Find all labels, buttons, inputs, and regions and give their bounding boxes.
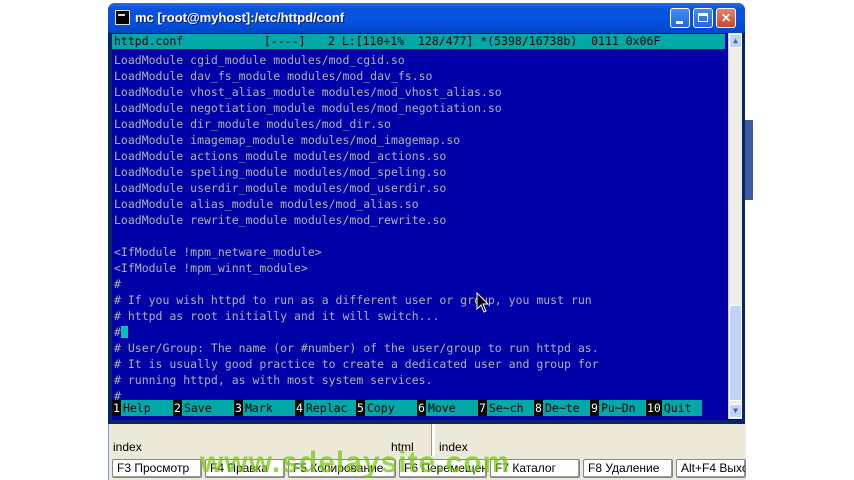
editor-function-key-bar: 1 Help 2 Save 3 Mark 4 Replac 5 Copy 6 Move 7S… [112, 400, 725, 416]
text-line: <IfModule !mpm_winnt_module> [114, 261, 308, 275]
mouse-pointer-icon [476, 292, 490, 313]
scroll-up-arrow-icon[interactable]: ▲ [729, 34, 742, 48]
fkey-number: 2 [173, 400, 182, 416]
fkey-label: Move [425, 400, 478, 416]
fkey-label: Save [181, 400, 234, 416]
fkey-label: Se~ch [486, 400, 534, 416]
left-panel-row[interactable]: index html [113, 438, 425, 455]
text-line: # User/Group: The name (or #number) of t… [114, 341, 599, 355]
fkey-number: 4 [295, 400, 304, 416]
fkey-label: Pu~Dn [598, 400, 646, 416]
f8-delete-button[interactable]: F8 Удаление [583, 459, 673, 478]
f7-search-key[interactable]: 7 Se~ch [478, 400, 534, 416]
f5-copy-button[interactable]: F5 Копирование [288, 459, 396, 478]
minimize-button[interactable] [670, 8, 690, 28]
text-line: LoadModule dir_module modules/mod_dir.so [114, 117, 391, 131]
close-button[interactable]: ✕ [716, 8, 736, 28]
f4-edit-button[interactable]: F4 Правка [205, 459, 285, 478]
fkey-label: Replac [303, 400, 356, 416]
f3-mark-key[interactable]: 3 Mark [234, 400, 295, 416]
status-filename: httpd.conf [114, 34, 184, 48]
f5-copy-key[interactable]: 5 Copy [356, 400, 417, 416]
fkey-number: 1 [112, 400, 121, 416]
text-line: LoadModule cgid_module modules/mod_cgid.… [114, 53, 405, 67]
maximize-button[interactable] [693, 8, 713, 28]
background-fkey-bar: F3 Просмотр F4 Правка F5 Копирование F6 … [109, 459, 749, 479]
vertical-scrollbar[interactable]: ▲ ▼ [728, 33, 742, 419]
fkey-label: Help [120, 400, 173, 416]
terminal-app-icon[interactable] [115, 10, 130, 25]
desktop-background [745, 0, 854, 480]
background-window-edge [745, 120, 753, 200]
background-file-manager: index html index F3 Просмотр F4 Правка F… [108, 424, 746, 480]
fkey-number: 8 [534, 400, 543, 416]
window-titlebar[interactable]: mc [root@myhost]:/etc/httpd/conf ✕ [108, 3, 745, 33]
right-panel-row[interactable]: index [435, 438, 741, 455]
scroll-down-arrow-icon[interactable]: ▼ [729, 404, 742, 418]
f7-mkdir-button[interactable]: F7 Каталог [490, 459, 580, 478]
text-line: LoadModule dav_fs_module modules/mod_dav… [114, 69, 433, 83]
status-flags: [----] [264, 34, 306, 48]
text-line: # If you wish httpd to run as a differen… [114, 293, 592, 307]
left-panel-extension: html [391, 440, 414, 454]
text-cursor [120, 326, 128, 338]
mc-editor-window: mc [root@myhost]:/etc/httpd/conf ✕ httpd… [108, 3, 745, 424]
text-line: LoadModule rewrite_module modules/mod_re… [114, 213, 447, 227]
f10-quit-key[interactable]: 10 Quit [646, 400, 702, 416]
scrollbar-thumb[interactable] [729, 305, 742, 401]
f8-delete-key[interactable]: 8 De~te [534, 400, 590, 416]
text-line: # httpd as root initially and it will sw… [114, 309, 440, 323]
fkey-number: 5 [356, 400, 365, 416]
editor-area[interactable]: httpd.conf [----] 2 L:[110+1% 128/477] *… [112, 33, 742, 420]
text-line: LoadModule userdir_module modules/mod_us… [114, 181, 447, 195]
text-line: # It is usually good practice to create … [114, 357, 599, 371]
f1-help-key[interactable]: 1 Help [112, 400, 173, 416]
text-line [114, 228, 724, 244]
editor-text[interactable]: LoadModule cgid_module modules/mod_cgid.… [114, 52, 724, 404]
fkey-number: 9 [590, 400, 599, 416]
text-line: LoadModule speling_module modules/mod_sp… [114, 165, 447, 179]
alt-f4-exit-button[interactable]: Alt+F4 Выход [676, 459, 746, 478]
f6-move-key[interactable]: 6 Move [417, 400, 478, 416]
fkey-number: 10 [646, 400, 662, 416]
window-title: mc [root@myhost]:/etc/httpd/conf [135, 10, 345, 25]
fkey-number: 6 [417, 400, 426, 416]
text-line: LoadModule alias_module modules/mod_alia… [114, 197, 419, 211]
fkey-number: 7 [478, 400, 487, 416]
cursor-line: # [114, 324, 724, 340]
text-line: LoadModule negotiation_module modules/mo… [114, 101, 502, 115]
f6-move-button[interactable]: F6 Перемещение [399, 459, 487, 478]
text-line: LoadModule actions_module modules/mod_ac… [114, 149, 447, 163]
right-panel-filename: index [439, 440, 468, 454]
f4-replace-key[interactable]: 4 Replac [295, 400, 356, 416]
text-line: LoadModule imagemap_module modules/mod_i… [114, 133, 461, 147]
text-line: LoadModule vhost_alias_module modules/mo… [114, 85, 502, 99]
f2-save-key[interactable]: 2 Save [173, 400, 234, 416]
text-line: # [114, 277, 121, 291]
fkey-number: 3 [234, 400, 243, 416]
f3-view-button[interactable]: F3 Просмотр [112, 459, 202, 478]
left-panel-filename: index [113, 440, 142, 454]
editor-status-bar: httpd.conf [----] 2 L:[110+1% 128/477] *… [112, 34, 725, 49]
text-line: <IfModule !mpm_netware_module> [114, 245, 322, 259]
cursor-line-text: # [114, 325, 121, 339]
f9-pulldown-key[interactable]: 9 Pu~Dn [590, 400, 646, 416]
fkey-label: Mark [242, 400, 295, 416]
status-position: 2 L:[110+1% 128/477] *(5398/16738b) 0111… [328, 34, 661, 48]
fkey-label: De~te [542, 400, 590, 416]
fkey-label: Copy [364, 400, 417, 416]
fkey-label: Quit [661, 400, 702, 416]
text-line: # running httpd, as with most system ser… [114, 373, 433, 387]
